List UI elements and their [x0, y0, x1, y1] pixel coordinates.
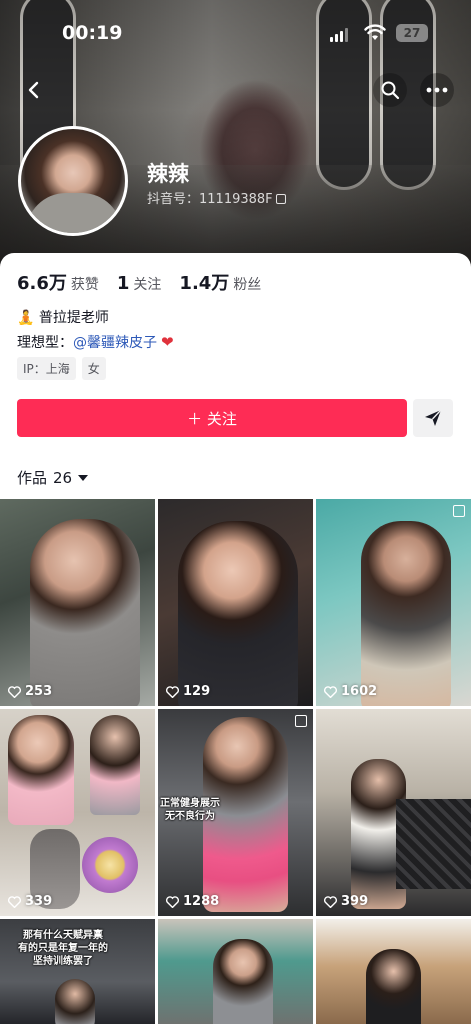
- search-button[interactable]: [373, 73, 407, 107]
- video-tile[interactable]: 正常健身展示 无不良行为 1288: [158, 709, 313, 916]
- video-tile[interactable]: 339: [0, 709, 155, 916]
- avatar[interactable]: [18, 126, 128, 236]
- heart-outline-icon: [324, 685, 337, 698]
- more-dots-icon: [426, 87, 448, 93]
- heart-outline-icon: [166, 895, 179, 908]
- stat-value: 1: [116, 273, 130, 294]
- status-time: 00:19: [62, 22, 123, 44]
- bio-line: 理想型：@馨疆辣皮子 ❤: [17, 330, 174, 355]
- works-tab[interactable]: 作品 26: [17, 467, 89, 488]
- tag-ip: IP：上海: [17, 357, 76, 380]
- like-count: 129: [166, 684, 210, 699]
- video-tile[interactable]: 253: [0, 499, 155, 706]
- stat-label: 粉丝: [233, 277, 262, 293]
- video-tile[interactable]: 129: [158, 499, 313, 706]
- chevron-down-icon: [78, 474, 89, 481]
- stat-label: 获赞: [70, 277, 99, 293]
- video-tile[interactable]: 那有什么天赋异禀 有的只是年复一年的 坚持训练罢了: [0, 919, 155, 1024]
- douyin-id[interactable]: 抖音号：11119388F: [147, 188, 286, 207]
- video-tile[interactable]: 1602: [316, 499, 471, 706]
- profile-tags: IP：上海 女: [17, 357, 112, 380]
- back-button[interactable]: [17, 73, 51, 107]
- works-count: 26: [53, 468, 73, 487]
- signal-icon: [330, 28, 350, 42]
- heart-outline-icon: [8, 895, 21, 908]
- bio-mention-link[interactable]: @馨疆辣皮子: [73, 335, 157, 351]
- video-tile[interactable]: [158, 919, 313, 1024]
- search-icon: [381, 81, 400, 100]
- copy-icon[interactable]: [275, 194, 286, 204]
- stat-likes[interactable]: 6.6万 获赞: [17, 269, 99, 295]
- wifi-icon: [364, 24, 386, 42]
- video-overlay-text: 正常健身展示 无不良行为: [160, 798, 220, 822]
- status-bar: 00:19 27: [0, 18, 471, 50]
- multi-image-icon: [453, 505, 465, 517]
- tag-gender: 女: [81, 357, 106, 380]
- video-overlay-text: 那有什么天赋异禀 有的只是年复一年的 坚持训练罢了: [18, 930, 108, 967]
- douyin-id-text: 抖音号：11119388F: [147, 192, 273, 207]
- follow-button[interactable]: ＋ 关注: [17, 399, 407, 437]
- bio-prefix: 理想型：: [17, 335, 73, 351]
- like-count: 1288: [166, 894, 219, 909]
- like-count: 339: [8, 894, 52, 909]
- stat-value: 1.4万: [179, 273, 230, 294]
- heart-icon: ❤: [161, 333, 174, 351]
- like-count: 399: [324, 894, 368, 909]
- bio-line: 🧘 普拉提老师: [17, 310, 109, 326]
- works-label: 作品: [17, 469, 48, 487]
- heart-outline-icon: [324, 895, 337, 908]
- battery-indicator: 27: [396, 24, 428, 42]
- stat-label: 关注: [133, 277, 162, 293]
- profile-name: 辣辣: [147, 162, 189, 186]
- multi-image-icon: [295, 715, 307, 727]
- stat-followers[interactable]: 1.4万 粉丝: [179, 269, 261, 295]
- heart-outline-icon: [166, 685, 179, 698]
- bio: 🧘 普拉提老师 理想型：@馨疆辣皮子 ❤: [17, 306, 174, 355]
- more-button[interactable]: [420, 73, 454, 107]
- video-tile[interactable]: [316, 919, 471, 1024]
- stat-value: 6.6万: [17, 273, 67, 294]
- stat-following[interactable]: 1 关注: [117, 273, 162, 294]
- video-tile[interactable]: 399: [316, 709, 471, 916]
- heart-outline-icon: [8, 685, 21, 698]
- like-count: 1602: [324, 684, 377, 699]
- stats-row: 6.6万 获赞 1 关注 1.4万 粉丝: [17, 269, 279, 295]
- share-button[interactable]: [413, 399, 453, 437]
- like-count: 253: [8, 684, 52, 699]
- send-icon: [425, 409, 442, 426]
- chevron-left-icon: [28, 81, 39, 99]
